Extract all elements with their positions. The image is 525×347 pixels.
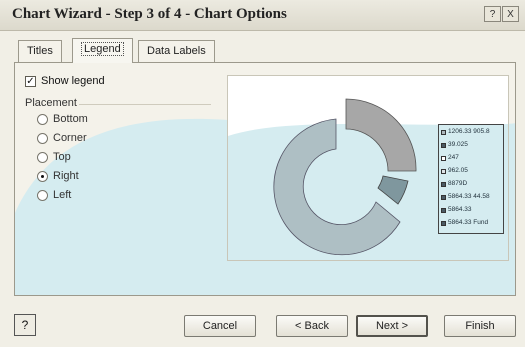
- placement-divider: [79, 104, 211, 105]
- legend-entry-label: 962.05: [448, 167, 468, 174]
- legend-entry-label: 1206.33 905.8: [448, 128, 490, 135]
- title-bar-buttons: ? X: [484, 6, 519, 22]
- legend-entry-label: 5864.33: [448, 206, 472, 213]
- tab-titles-label: Titles: [27, 45, 53, 57]
- legend-entry-label: 5864.33 44.58: [448, 193, 490, 200]
- help-button[interactable]: ?: [14, 314, 36, 336]
- legend-swatch: [441, 129, 446, 135]
- show-legend-label: Show legend: [41, 75, 105, 87]
- radio-left[interactable]: Left: [37, 189, 71, 201]
- chart-legend: 1206.33 905.8 39.025 247 962.05 8879D 58…: [438, 124, 504, 234]
- legend-entry: 247: [441, 154, 459, 162]
- legend-entry: 962.05: [441, 167, 468, 175]
- legend-swatch: [441, 181, 446, 187]
- radio-button: [37, 189, 48, 201]
- radio-bottom[interactable]: Bottom: [37, 113, 88, 125]
- tab-legend-label: Legend: [81, 42, 124, 56]
- legend-entry: 5864.33 44.58: [441, 193, 490, 201]
- checkbox-check-icon: ✓: [25, 75, 36, 87]
- cancel-button[interactable]: Cancel: [184, 315, 256, 337]
- help-icon[interactable]: ?: [484, 6, 501, 22]
- close-icon[interactable]: X: [502, 6, 519, 22]
- legend-entry: 5864.33: [441, 206, 472, 214]
- back-button[interactable]: < Back: [276, 315, 348, 337]
- legend-entry: 5864.33 Fund: [441, 219, 488, 227]
- legend-entry-label: 8879D: [448, 180, 468, 187]
- legend-entry: 39.025: [441, 141, 468, 149]
- finish-button[interactable]: Finish: [444, 315, 516, 337]
- tab-data-labels[interactable]: Data Labels: [138, 40, 215, 62]
- radio-top-label: Top: [53, 151, 71, 163]
- chart-preview: 1206.33 905.8 39.025 247 962.05 8879D 58…: [227, 75, 509, 261]
- tab-titles[interactable]: Titles: [18, 40, 62, 62]
- chart-wizard-dialog: Chart Wizard - Step 3 of 4 - Chart Optio…: [0, 0, 525, 347]
- legend-entry-label: 39.025: [448, 141, 468, 148]
- legend-tab-panel: ✓ Show legend Placement Bottom Corner To…: [14, 62, 516, 296]
- radio-button: [37, 113, 48, 125]
- radio-corner-label: Corner: [53, 132, 87, 144]
- placement-group-label: Placement: [25, 97, 77, 109]
- legend-entry: 8879D: [441, 180, 467, 188]
- window-title: Chart Wizard - Step 3 of 4 - Chart Optio…: [12, 6, 287, 22]
- next-button[interactable]: Next >: [356, 315, 428, 337]
- radio-bottom-label: Bottom: [53, 113, 88, 125]
- legend-entry-label: 5864.33 Fund: [448, 219, 489, 226]
- radio-corner[interactable]: Corner: [37, 132, 87, 144]
- radio-button: [37, 132, 48, 144]
- legend-entry: 1206.33 905.8: [441, 128, 490, 136]
- show-legend-checkbox[interactable]: ✓ Show legend: [25, 75, 105, 87]
- legend-swatch: [441, 220, 446, 226]
- radio-button-selected: [37, 170, 48, 182]
- legend-swatch: [441, 155, 446, 161]
- title-bar: Chart Wizard - Step 3 of 4 - Chart Optio…: [0, 0, 525, 31]
- legend-entry-label: 247: [448, 154, 459, 161]
- tab-legend[interactable]: Legend: [72, 38, 133, 63]
- radio-right[interactable]: Right: [37, 170, 79, 182]
- legend-swatch: [441, 168, 446, 174]
- legend-swatch: [441, 194, 446, 200]
- radio-top[interactable]: Top: [37, 151, 71, 163]
- radio-left-label: Left: [53, 189, 72, 201]
- radio-button: [37, 151, 48, 163]
- radio-right-label: Right: [53, 170, 79, 182]
- legend-swatch: [441, 207, 446, 213]
- tab-data-labels-label: Data Labels: [147, 45, 206, 57]
- legend-swatch: [441, 142, 446, 148]
